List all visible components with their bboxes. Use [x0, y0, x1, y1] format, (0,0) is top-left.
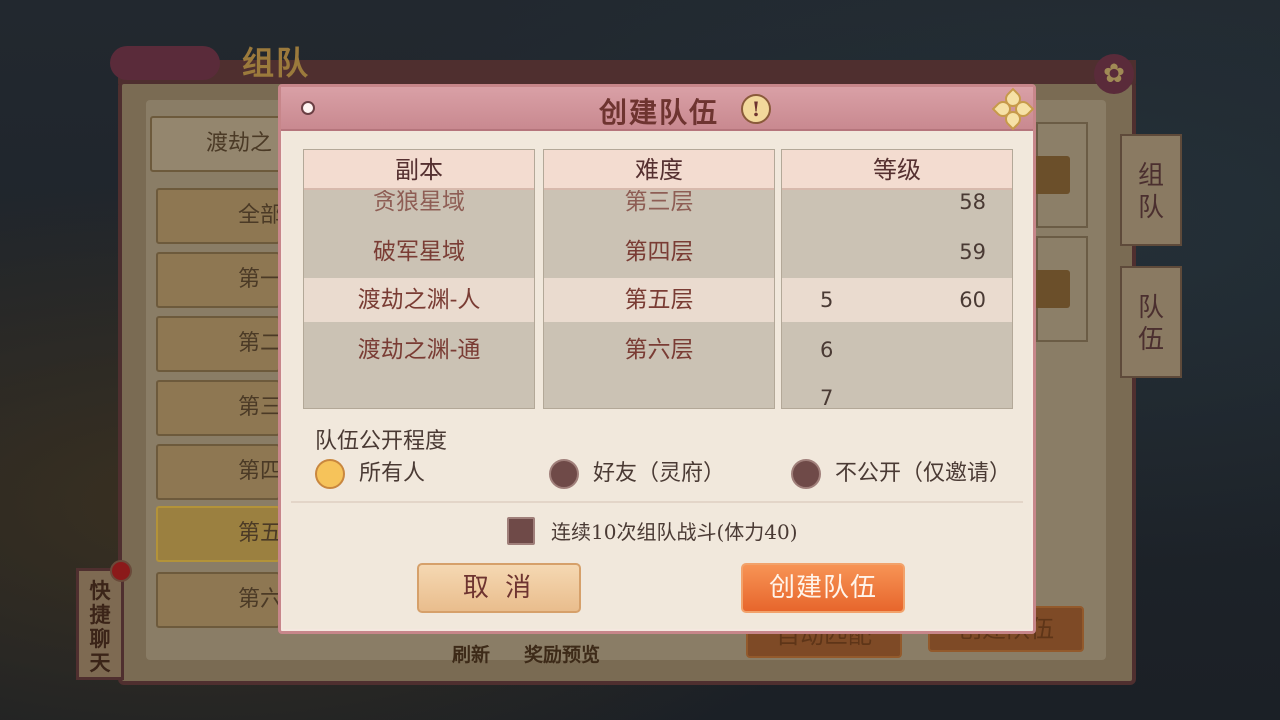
- level-min-option[interactable]: 6: [820, 328, 833, 372]
- background-title-text: 组队: [242, 44, 311, 82]
- background-join-button[interactable]: [1034, 270, 1070, 308]
- background-list-item[interactable]: 第四: [156, 444, 280, 500]
- radio-dot-icon: [549, 459, 579, 489]
- create-team-dialog: 创建队伍 ! 贪狼星域 破军星域 渡劫之渊-人 渡劫之渊-通 副本 第三层 第四…: [278, 84, 1036, 634]
- visibility-radio-private[interactable]: 不公开（仅邀请）: [791, 457, 1031, 491]
- background-list-item[interactable]: 第一: [156, 252, 280, 308]
- level-row: 6: [782, 328, 1012, 372]
- background-team-card: [1034, 236, 1088, 342]
- difficulty-picker[interactable]: 第三层 第四层 第五层 第六层 难度: [543, 149, 775, 409]
- cancel-button[interactable]: 取 消: [417, 563, 581, 613]
- divider: [291, 501, 1023, 503]
- create-team-button[interactable]: 创建队伍: [741, 563, 905, 613]
- radio-dot-icon: [791, 459, 821, 489]
- level-column-header: 等级: [782, 150, 1012, 190]
- checkbox-box-icon: [507, 517, 535, 545]
- dialog-title: 创建队伍: [599, 96, 720, 129]
- background-list-item[interactable]: 第六: [156, 572, 280, 628]
- background-list-item[interactable]: 第五: [156, 506, 280, 562]
- close-icon[interactable]: [991, 87, 1035, 131]
- quick-chat-label: 快 捷 聊 天: [89, 578, 111, 675]
- visibility-radio-everyone[interactable]: 所有人: [315, 457, 455, 491]
- info-icon[interactable]: !: [741, 94, 771, 124]
- difficulty-option-selected[interactable]: 第五层: [544, 278, 774, 322]
- background-list-item[interactable]: 全部: [156, 188, 280, 244]
- cloud-ornament-icon: [110, 46, 220, 80]
- dungeon-option-selected[interactable]: 渡劫之渊-人: [304, 278, 534, 322]
- level-max-option[interactable]: 59: [959, 230, 986, 274]
- quick-chat-button[interactable]: 快 捷 聊 天: [76, 568, 124, 680]
- level-picker[interactable]: 58 59 5 60 6 7 等级: [781, 149, 1013, 409]
- background-panel-title: 组队: [110, 38, 320, 84]
- visibility-label: 队伍公开程度: [315, 429, 448, 454]
- level-row: 7: [782, 376, 1012, 408]
- side-tab-squad[interactable]: 队 伍: [1120, 266, 1182, 378]
- background-list-item[interactable]: 渡劫之: [150, 116, 282, 172]
- dungeon-picker[interactable]: 贪狼星域 破军星域 渡劫之渊-人 渡劫之渊-通 副本: [303, 149, 535, 409]
- level-row: 59: [782, 230, 1012, 274]
- level-row-selected: 5 60: [782, 278, 1012, 322]
- visibility-radio-friends[interactable]: 好友（灵府）: [549, 457, 749, 491]
- continuous-battle-checkbox[interactable]: 连续10次组队战斗(体力40): [507, 515, 847, 549]
- refresh-button[interactable]: 刷新: [452, 640, 490, 667]
- background-close-icon[interactable]: ✿: [1094, 54, 1134, 94]
- background-join-button[interactable]: [1034, 156, 1070, 194]
- reward-preview-button[interactable]: 奖励预览: [524, 640, 600, 667]
- dungeon-column-header: 副本: [304, 150, 534, 190]
- level-min-option-selected[interactable]: 5: [820, 278, 833, 322]
- side-tab-squad-label: 队 伍: [1137, 293, 1164, 355]
- difficulty-column-header: 难度: [544, 150, 774, 190]
- level-min-option[interactable]: 7: [820, 376, 833, 408]
- visibility-option-label: 所有人: [359, 461, 426, 486]
- level-max-option-selected[interactable]: 60: [959, 278, 986, 322]
- background-list-item[interactable]: 第二: [156, 316, 280, 372]
- background-team-card: [1034, 122, 1088, 228]
- dungeon-option[interactable]: 渡劫之渊-通: [304, 328, 534, 372]
- difficulty-option[interactable]: 第六层: [544, 328, 774, 372]
- continuous-battle-label: 连续10次组队战斗(体力40): [551, 520, 798, 544]
- background-list-item[interactable]: 第三: [156, 380, 280, 436]
- dungeon-option[interactable]: 破军星域: [304, 230, 534, 274]
- dialog-header: 创建队伍 !: [281, 87, 1035, 131]
- radio-dot-icon: [315, 459, 345, 489]
- side-tab-team[interactable]: 组 队: [1120, 134, 1182, 246]
- side-tab-team-label: 组 队: [1137, 161, 1164, 223]
- visibility-option-label: 好友（灵府）: [593, 461, 726, 486]
- notification-dot-icon: [110, 560, 132, 582]
- difficulty-option[interactable]: 第四层: [544, 230, 774, 274]
- pin-icon: [301, 101, 315, 115]
- visibility-option-label: 不公开（仅邀请）: [835, 461, 1012, 486]
